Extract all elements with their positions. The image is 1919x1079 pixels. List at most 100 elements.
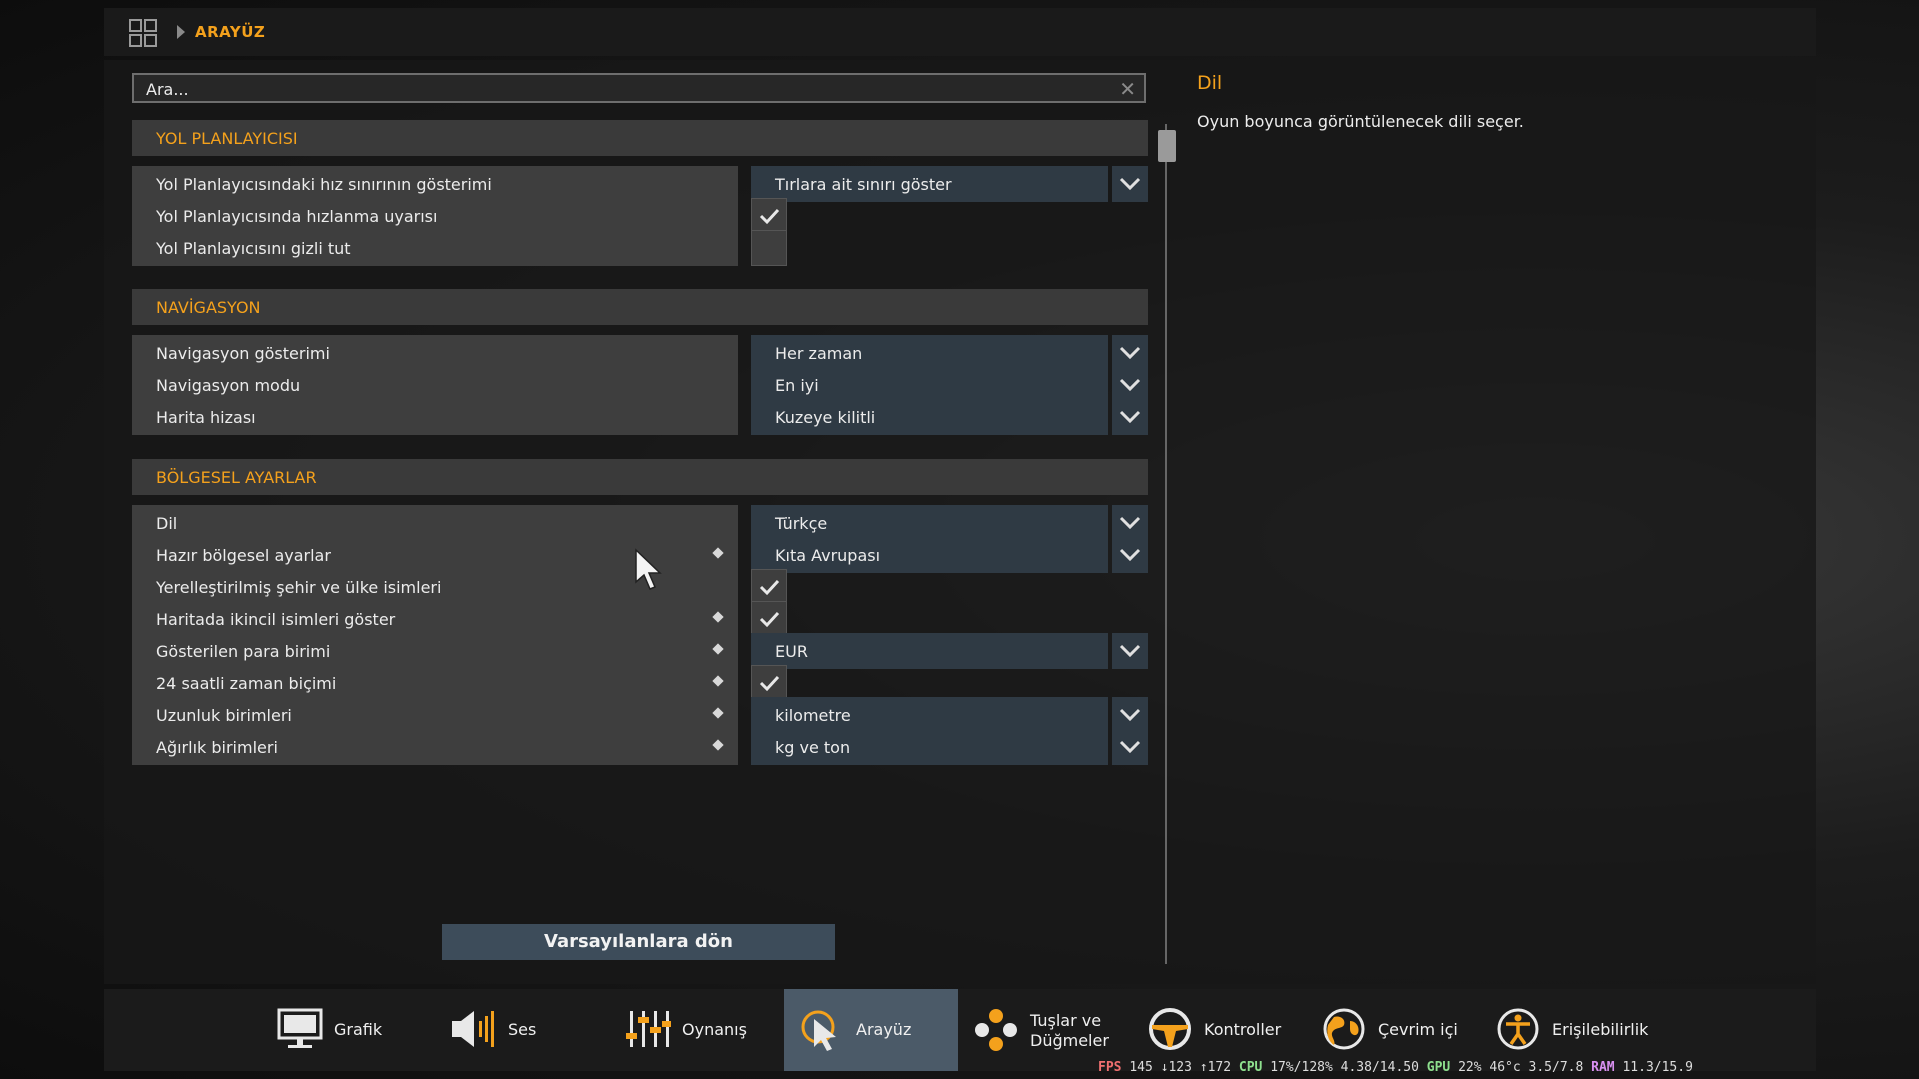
gpu-temp: 46°c [1489,1060,1521,1075]
speed-limit-dropdown[interactable]: Tırlara ait sınırı göster [751,166,1108,202]
setting-label: Harita hizası [156,408,256,427]
currency-dropdown[interactable]: EUR [751,633,1108,669]
scrollbar-thumb[interactable] [1158,130,1176,162]
speaker-icon [452,1011,494,1047]
setting-label: 24 saatli zaman biçimi [156,674,337,693]
setting-label: Gösterilen para birimi [156,642,331,661]
setting-label: Yol Planlayıcısındaki hız sınırının göst… [156,175,492,194]
setting-label: Navigasyon modu [156,376,301,395]
weight-units-dropdown[interactable]: kg ve ton [751,729,1108,765]
setting-map-alignment[interactable]: Harita hizası [132,399,738,435]
tab-interface[interactable]: Arayüz [784,989,958,1071]
setting-currency[interactable]: Gösterilen para birimi [132,633,738,669]
search-input[interactable]: Ara... ✕ [132,73,1146,103]
setting-label: Yol Planlayıcısında hızlanma uyarısı [156,207,438,226]
performance-overlay: FPS 145 ↓123 ↑172 CPU 17%/128% 4.38/14.5… [1098,1060,1693,1075]
tab-label: Ses [508,1020,537,1039]
settings-list[interactable]: YOL PLANLAYICISI Yol Planlayıcısındaki h… [132,120,1148,960]
regional-preset-dropdown[interactable]: Kıta Avrupası [751,537,1108,573]
localized-names-checkbox[interactable] [751,569,787,605]
clear-search-icon[interactable]: ✕ [1119,77,1136,101]
tab-label: Arayüz [856,1020,912,1039]
setting-speeding-warning[interactable]: Yol Planlayıcısında hızlanma uyarısı [132,198,738,234]
steering-wheel-icon [1149,1008,1191,1050]
tab-label: Çevrim içi [1378,1020,1458,1039]
chevron-down-icon[interactable] [1112,633,1148,669]
dropdown-value: Türkçe [775,514,828,533]
tab-accessibility[interactable]: Erişilebilirlik [1480,989,1654,1071]
dropdown-value: kilometre [775,706,851,725]
tab-label: Kontroller [1204,1020,1282,1039]
cpu-clock: 4.38/14.50 [1340,1060,1419,1075]
setting-label: Ağırlık birimleri [156,738,278,757]
chevron-down-icon[interactable] [1112,166,1148,202]
setting-label: Haritada ikincil isimleri göster [156,610,396,629]
bottom-tab-bar: Grafik Ses Oynanış Arayüz Tuşlar ve Düğm… [104,989,1816,1071]
map-alignment-dropdown[interactable]: Kuzeye kilitli [751,399,1108,435]
setting-speed-limit-display[interactable]: Yol Planlayıcısındaki hız sınırının göst… [132,166,738,202]
navigation-display-dropdown[interactable]: Her zaman [751,335,1108,371]
setting-label: Navigasyon gösterimi [156,344,330,363]
sliders-icon [626,1011,671,1047]
fps-label: FPS [1098,1060,1122,1075]
diamond-icon [712,611,724,623]
ram-value: 11.3/15.9 [1622,1060,1693,1075]
speeding-warning-checkbox[interactable] [751,198,787,234]
chevron-down-icon[interactable] [1112,367,1148,403]
diamond-icon [712,739,724,751]
cpu-label: CPU [1238,1060,1263,1075]
globe-icon [1323,1008,1365,1050]
grid-menu-icon[interactable] [128,18,158,48]
accessibility-icon [1497,1008,1539,1050]
setting-label: Dil [156,514,178,533]
gpu-value: 22% [1458,1060,1482,1075]
setting-secondary-names[interactable]: Haritada ikincil isimleri göster [132,601,738,637]
tab-label: Erişilebilirlik [1552,1020,1649,1039]
setting-label: Hazır bölgesel ayarlar [156,546,331,565]
top-bar: ARAYÜZ [104,8,1816,56]
tab-graphics[interactable]: Grafik [262,989,436,1071]
tab-controls[interactable]: Kontroller [1132,989,1306,1071]
setting-hide-route-planner[interactable]: Yol Planlayıcısını gizli tut [132,230,738,266]
setting-24h-time[interactable]: 24 saatli zaman biçimi [132,665,738,701]
setting-navigation-display[interactable]: Navigasyon gösterimi [132,335,738,371]
scrollbar-track[interactable] [1165,124,1167,964]
secondary-names-checkbox[interactable] [751,601,787,637]
help-title: Dil [1197,72,1223,94]
24h-time-checkbox[interactable] [751,665,787,701]
monitor-icon [277,1008,323,1048]
help-text: Oyun boyunca görüntülenecek dili seçer. [1197,112,1524,131]
tab-keys-buttons[interactable]: Tuşlar ve Düğmeler [958,989,1132,1071]
dropdown-value: Tırlara ait sınırı göster [775,175,952,194]
chevron-down-icon[interactable] [1112,697,1148,733]
setting-label: Yerelleştirilmiş şehir ve ülke isimleri [156,578,442,597]
cursor-icon [801,1010,836,1051]
chevron-down-icon[interactable] [1112,505,1148,541]
language-dropdown[interactable]: Türkçe [751,505,1108,541]
length-units-dropdown[interactable]: kilometre [751,697,1108,733]
reset-defaults-button[interactable]: Varsayılanlara dön [442,924,835,960]
search-value: Ara... [146,80,189,99]
setting-length-units[interactable]: Uzunluk birimleri [132,697,738,733]
chevron-down-icon[interactable] [1112,399,1148,435]
chevron-down-icon[interactable] [1112,729,1148,765]
settings-panel: Ara... ✕ YOL PLANLAYICISI Yol Planlayıcı… [104,60,1816,984]
navigation-mode-dropdown[interactable]: En iyi [751,367,1108,403]
section-title: YOL PLANLAYICISI [156,129,298,148]
tab-label: Tuşlar ve Düğmeler [1030,1011,1109,1051]
ram-label: RAM [1591,1060,1615,1075]
chevron-down-icon[interactable] [1112,335,1148,371]
breadcrumb-arrow-icon [177,25,185,39]
tab-label-line1: Tuşlar ve [1030,1011,1102,1030]
chevron-down-icon[interactable] [1112,537,1148,573]
tab-gameplay[interactable]: Oynanış [610,989,784,1071]
tab-sound[interactable]: Ses [436,989,610,1071]
breadcrumb: ARAYÜZ [195,23,266,41]
setting-weight-units[interactable]: Ağırlık birimleri [132,729,738,765]
tab-online[interactable]: Çevrim içi [1306,989,1480,1071]
hide-route-planner-checkbox[interactable] [751,230,787,266]
setting-navigation-mode[interactable]: Navigasyon modu [132,367,738,403]
section-header-route-planner: YOL PLANLAYICISI [132,120,1148,156]
setting-language[interactable]: Dil [132,505,738,541]
dropdown-value: Her zaman [775,344,863,363]
